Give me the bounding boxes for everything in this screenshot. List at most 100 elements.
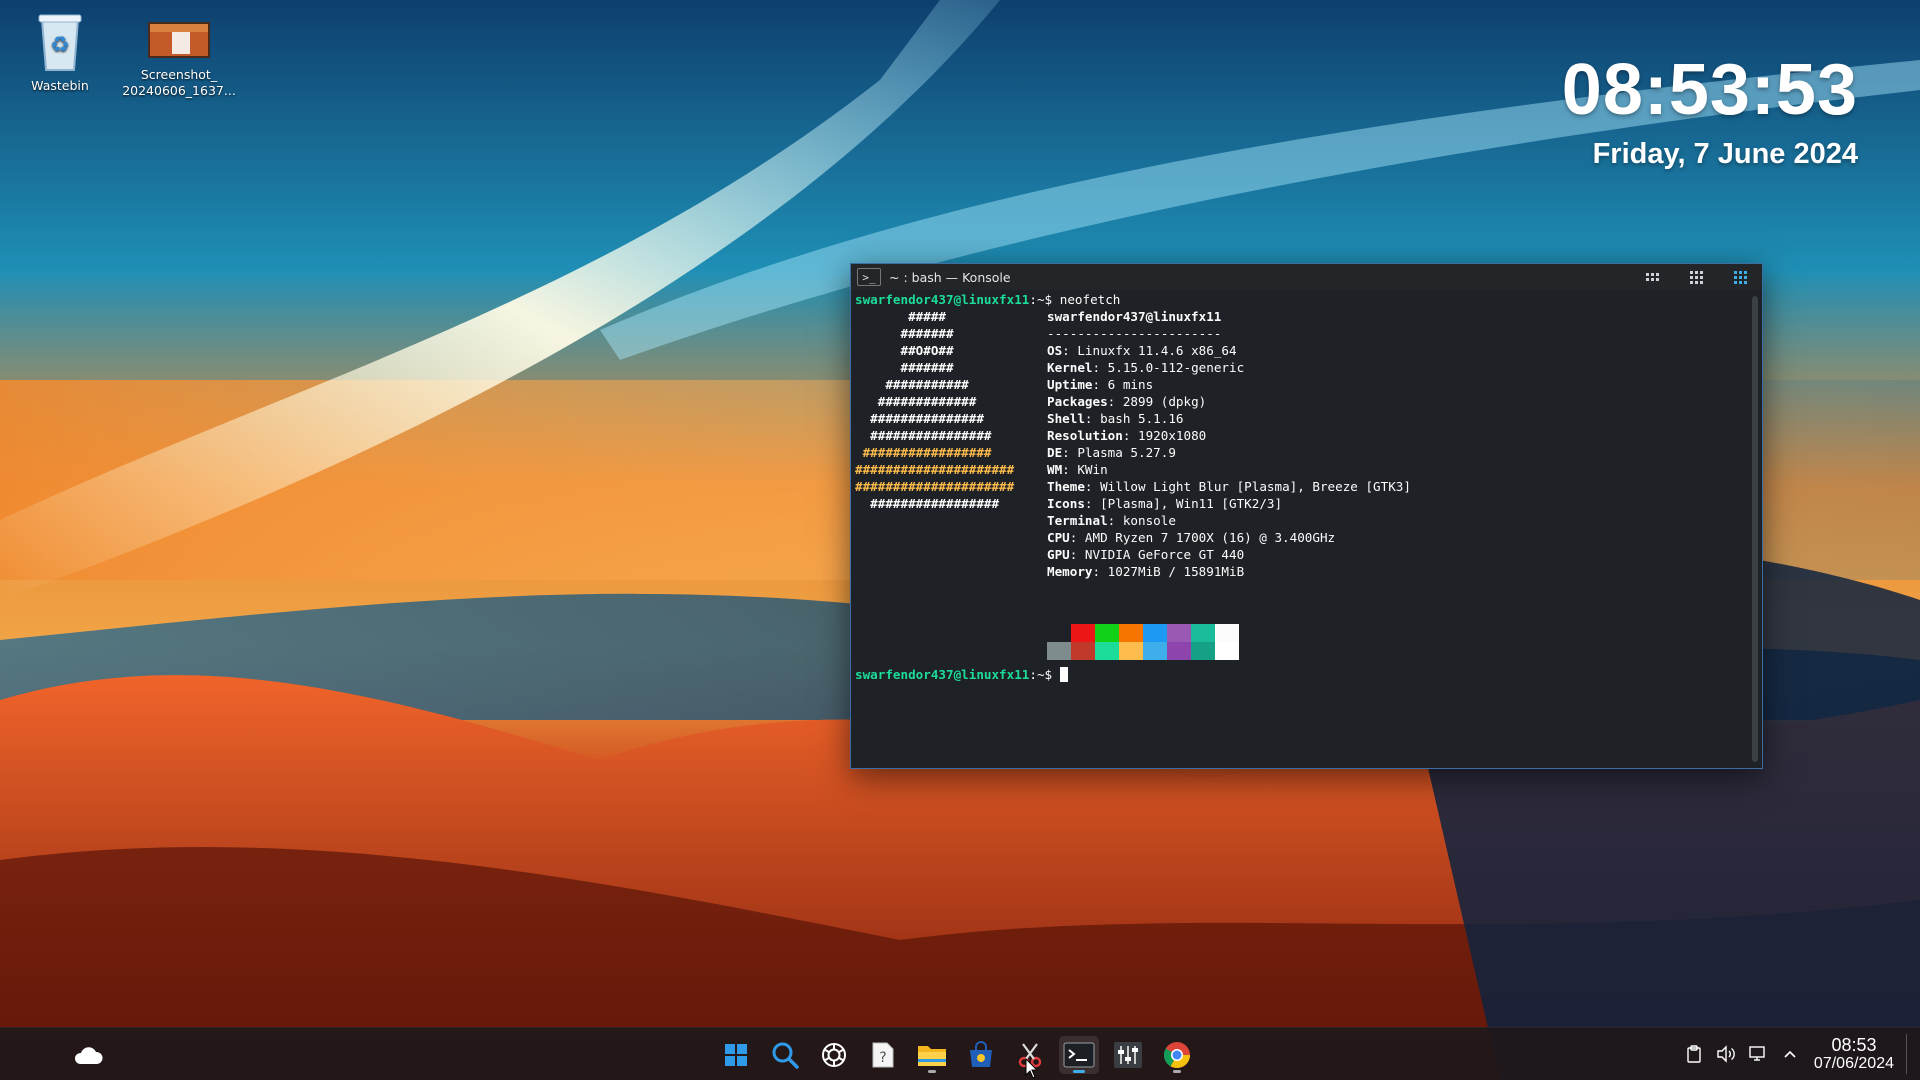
color-swatch [1143,624,1167,642]
weather-widget[interactable] [68,1036,108,1074]
chevron-up-icon [1784,1050,1796,1058]
maximize-button[interactable] [1674,264,1718,290]
clipboard-icon [1687,1045,1701,1063]
ascii-logo-line: ################# [855,445,992,460]
running-indicator [1173,1070,1181,1073]
taskbar-files-button[interactable] [912,1036,952,1074]
neofetch-info-row: Shell: bash 5.1.16 [1047,410,1184,427]
image-file-icon [148,22,210,58]
taskbar-chrome-button[interactable] [1157,1036,1197,1074]
info-colon: : [1084,479,1101,494]
info-value: bash 5.1.16 [1100,411,1184,426]
active-indicator [1073,1070,1085,1073]
info-key: Resolution [1047,428,1123,443]
minimize-button[interactable] [1630,264,1674,290]
color-swatch [1167,642,1191,660]
network-monitor-icon [1749,1046,1765,1061]
terminal-icon: >_ [857,268,881,286]
info-key: Memory [1047,564,1093,579]
taskbar-store-button[interactable] [961,1036,1001,1074]
taskbar-clock[interactable]: 08:53 07/06/2024 [1814,1035,1894,1073]
neofetch-info-row: DE: Plasma 5.27.9 [1047,444,1176,461]
taskbar-mixer-button[interactable] [1108,1036,1148,1074]
info-value: Willow Light Blur [Plasma], Breeze [GTK3… [1100,479,1411,494]
show-desktop-button[interactable] [1906,1034,1910,1074]
neofetch-info-row: Memory: 1027MiB / 15891MiB [1047,563,1244,580]
chrome-icon [1163,1042,1191,1069]
terminal-output[interactable]: swarfendor437@linuxfx11:~$ neofetch ####… [855,291,1744,764]
info-colon: : [1084,411,1101,426]
ascii-logo-line: ##O#O## [855,343,954,358]
info-value: 1920x1080 [1138,428,1207,443]
store-bag-icon [970,1041,992,1067]
tray-expand-button[interactable] [1774,1028,1806,1080]
neofetch-info-row: Icons: [Plasma], Win11 [GTK2/3] [1047,495,1282,512]
svg-text:?: ? [879,1050,886,1066]
scrollbar[interactable] [1752,296,1758,762]
taskbar-search-button[interactable] [765,1036,805,1074]
info-colon: : [1069,530,1085,545]
neofetch-info-row: Theme: Willow Light Blur [Plasma], Breez… [1047,478,1411,495]
desktop-icon-screenshot[interactable]: Screenshot_ 20240606_1637... [121,20,237,99]
dots-grid-icon [1645,273,1659,281]
speaker-icon [1717,1045,1735,1063]
neofetch-info-row: Terminal: konsole [1047,512,1176,529]
system-tray: 08:53 07/06/2024 [1678,1028,1910,1080]
ascii-logo-line: ############# [855,394,977,409]
neofetch-info-row: OS: Linuxfx 11.4.6 x86_64 [1047,342,1237,359]
info-value: 6 mins [1107,377,1154,392]
clipboard-tray-button[interactable] [1678,1028,1710,1080]
info-key: GPU [1047,547,1070,562]
prompt-suffix: :~$ [1029,292,1060,307]
info-value: 5.15.0-112-generic [1107,360,1245,375]
info-colon: : [1092,564,1108,579]
info-colon: : [1092,360,1108,375]
info-value: Plasma 5.27.9 [1077,445,1176,460]
info-key: DE [1047,445,1063,460]
volume-tray-button[interactable] [1710,1028,1742,1080]
neofetch-info-row: WM: KWin [1047,461,1108,478]
desktop-icon-wastebin[interactable]: ♻ Wastebin [2,12,118,94]
chatgpt-icon [822,1043,846,1067]
taskbar-help-button[interactable]: ? [863,1036,903,1074]
info-colon: : [1069,547,1085,562]
color-swatch [1095,642,1119,660]
recycle-bin-icon: ♻ [38,14,82,71]
neofetch-info-row: Packages: 2899 (dpkg) [1047,393,1206,410]
neofetch-info-row: Kernel: 5.15.0-112-generic [1047,359,1244,376]
equalizer-icon [1114,1042,1142,1068]
ascii-logo-line: ########### [855,377,969,392]
konsole-window[interactable]: >_ ~ : bash — Konsole swarfendor437@linu… [850,263,1763,769]
info-key: Icons [1047,496,1085,511]
terminal-icon [1063,1042,1095,1068]
info-colon: : [1062,462,1078,477]
network-tray-button[interactable] [1742,1028,1774,1080]
color-swatch [1215,624,1239,642]
info-key: Uptime [1047,377,1093,392]
taskbar-start-button[interactable] [716,1036,756,1074]
color-swatch [1071,624,1095,642]
folder-icon [918,1046,946,1066]
info-colon: : [1092,377,1108,392]
color-swatch [1215,642,1239,660]
color-swatch [1047,624,1071,642]
info-key: Packages [1047,394,1108,409]
color-swatch [1191,624,1215,642]
command-text: neofetch [1059,292,1121,307]
neofetch-info-row: CPU: AMD Ryzen 7 1700X (16) @ 3.400GHz [1047,529,1335,546]
taskbar-konsole-button[interactable] [1059,1036,1099,1074]
neofetch-info-row: Resolution: 1920x1080 [1047,427,1206,444]
ascii-logo-line: ####### [855,326,954,341]
neofetch-info-row: Uptime: 6 mins [1047,376,1153,393]
prompt-user: swarfendor437@linuxfx11 [855,292,1030,307]
color-swatch [1095,624,1119,642]
window-titlebar[interactable]: >_ ~ : bash — Konsole [851,264,1762,290]
command-line: swarfendor437@linuxfx11:~$ neofetch [855,291,1120,308]
info-colon: : [1062,445,1078,460]
taskbar-date: 07/06/2024 [1813,1055,1894,1072]
taskbar-chatgpt-button[interactable] [814,1036,854,1074]
prompt-line: swarfendor437@linuxfx11:~$ [855,666,1068,683]
neofetch-separator: ----------------------- [1047,326,1222,341]
close-button[interactable] [1718,264,1762,290]
desktop-icon-label: Wastebin [31,78,89,93]
